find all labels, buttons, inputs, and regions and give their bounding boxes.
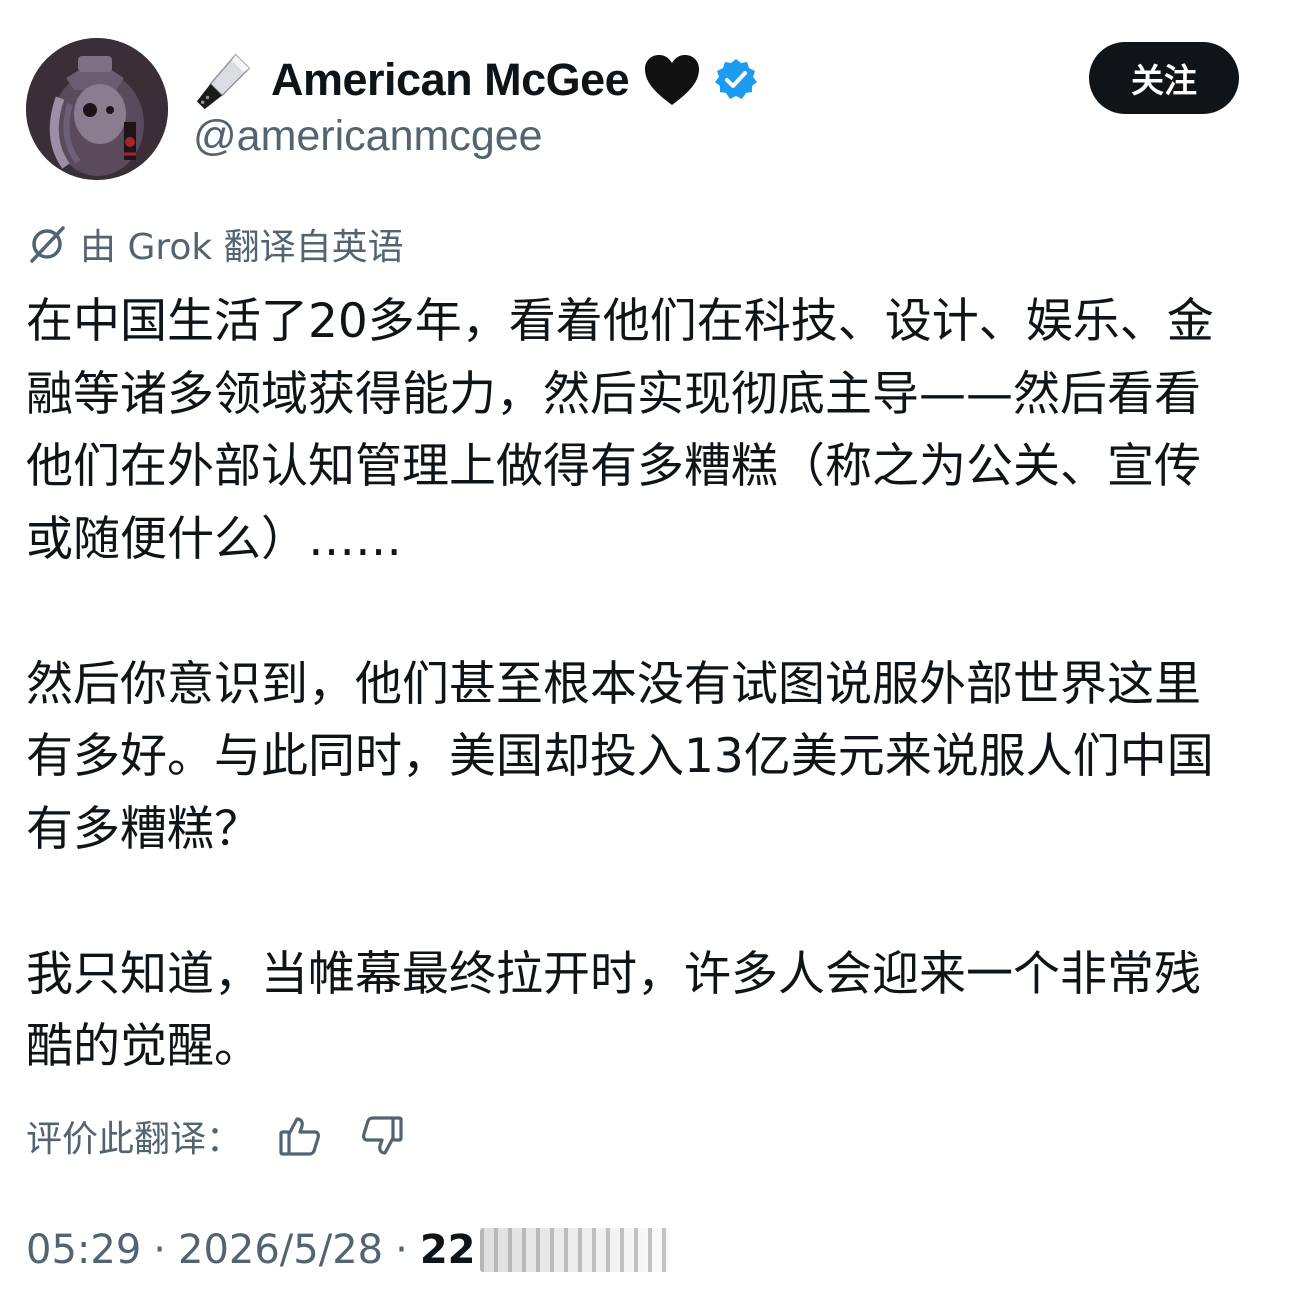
meta-separator: ·	[153, 1227, 166, 1273]
translation-notice: 由 Grok 翻译自英语	[26, 216, 404, 272]
black-heart-icon	[645, 55, 700, 105]
grok-icon	[30, 226, 65, 263]
watermark-overlay	[479, 1228, 670, 1272]
tweet-paragraph: 在中国生活了20多年，看着他们在科技、设计、娱乐、金融等诸多领域获得能力，然后实…	[26, 294, 1214, 567]
rate-translation-label: 评价此翻译：	[26, 1119, 243, 1160]
tweet-text: 在中国生活了20多年，看着他们在科技、设计、娱乐、金融等诸多领域获得能力，然后实…	[26, 286, 1241, 1084]
tweet-meta: 05:29 · 2026/5/28 · 22	[26, 1222, 670, 1278]
tweet-date[interactable]: 2026/5/28	[178, 1227, 383, 1273]
thumbs-up-icon	[279, 1117, 320, 1156]
thumbs-up-button[interactable]	[276, 1112, 324, 1160]
meta-separator: ·	[395, 1227, 408, 1273]
thumbs-down-icon	[362, 1116, 403, 1155]
kitchen-knife-icon	[196, 53, 251, 110]
tweet-paragraph: 我只知道，当帷幕最终拉开时，许多人会迎来一个非常残酷的觉醒。	[26, 946, 1201, 1075]
display-name[interactable]: American McGee	[271, 54, 630, 106]
avatar[interactable]	[26, 38, 168, 180]
author-name-row[interactable]: American McGee	[193, 44, 759, 116]
views-count: 22	[419, 1227, 476, 1273]
translation-notice-text: 由 Grok 翻译自英语	[80, 227, 404, 268]
follow-button[interactable]: 关注	[1089, 42, 1239, 114]
verified-badge-icon[interactable]	[713, 57, 759, 103]
rate-translation: 评价此翻译：	[26, 1106, 406, 1166]
tweet-paragraph: 然后你意识到，他们甚至根本没有试图说服外部世界这里有多好。与此同时，美国却投入1…	[26, 656, 1214, 857]
author-handle[interactable]: @americanmcgee	[193, 112, 543, 161]
thumbs-down-button[interactable]	[358, 1112, 406, 1160]
tweet-time[interactable]: 05:29	[26, 1227, 141, 1273]
